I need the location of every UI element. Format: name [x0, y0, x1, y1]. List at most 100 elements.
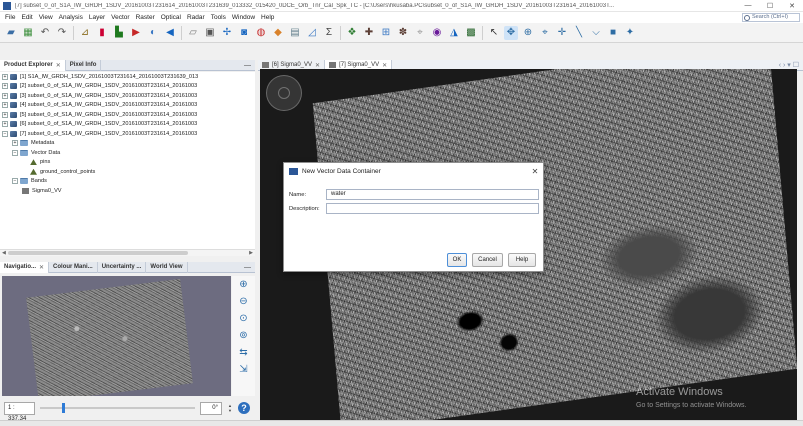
menu-file[interactable]: File: [2, 14, 18, 21]
magic-wand-icon[interactable]: ✦: [623, 26, 637, 40]
expand-icon[interactable]: +: [2, 121, 8, 128]
profile-plot-icon[interactable]: ◐: [146, 26, 160, 40]
menu-tools[interactable]: Tools: [208, 14, 229, 21]
description-field[interactable]: [326, 203, 539, 214]
menu-window[interactable]: Window: [229, 14, 258, 21]
tab-navigation[interactable]: Navigatio... ✕: [0, 261, 50, 273]
mosaic-icon[interactable]: ✽: [396, 26, 410, 40]
tree-vector-data[interactable]: − Vector Data: [0, 148, 255, 158]
scatter-plot-icon[interactable]: ▙: [112, 26, 126, 40]
zoom-slider[interactable]: [40, 403, 195, 413]
properties-icon[interactable]: ✚: [362, 26, 376, 40]
close-tab-icon[interactable]: ✕: [39, 264, 44, 271]
band-maths-icon[interactable]: ⊿: [78, 26, 92, 40]
tab-colour-manipulation[interactable]: Colour Mani...: [49, 261, 98, 273]
pin-tool-icon[interactable]: ⌖: [538, 26, 552, 40]
pixel-grid-icon[interactable]: ▩: [464, 26, 478, 40]
navigation-overview[interactable]: [2, 276, 231, 396]
scrollbar-thumb[interactable]: [8, 251, 188, 255]
sum-icon[interactable]: Σ: [322, 26, 336, 40]
minimize-panel-icon[interactable]: —: [244, 264, 255, 271]
spectrum-icon[interactable]: ◀: [163, 26, 177, 40]
collapse-icon[interactable]: −: [12, 178, 18, 185]
zoom-out-icon[interactable]: ⊖: [238, 296, 250, 308]
slider-knob[interactable]: [62, 403, 65, 413]
tab-pixel-info[interactable]: Pixel Info: [66, 59, 102, 71]
tree-bands[interactable]: − Bands: [0, 177, 255, 187]
subset-icon[interactable]: ⊞: [379, 26, 393, 40]
close-icon[interactable]: ✕: [527, 167, 543, 176]
tree-pins[interactable]: pins: [0, 158, 255, 168]
close-tab-icon[interactable]: ✕: [382, 62, 387, 69]
tree-product[interactable]: + [3] subset_0_of_S1A_IW_GRDH_1SDV_201610…: [0, 91, 255, 101]
close-tab-icon[interactable]: ✕: [56, 62, 61, 69]
undo-icon[interactable]: ↶: [38, 26, 52, 40]
tree-product[interactable]: + [4] subset_0_of_S1A_IW_GRDH_1SDV_201610…: [0, 101, 255, 111]
tab-uncertainty[interactable]: Uncertainty ...: [98, 261, 147, 273]
world-map-icon[interactable]: ◍: [254, 26, 268, 40]
zoom-in-icon[interactable]: ⊕: [238, 279, 250, 291]
close-window-button[interactable]: ✕: [781, 2, 803, 10]
tree-product[interactable]: + [6] subset_0_of_S1A_IW_GRDH_1SDV_201610…: [0, 120, 255, 130]
expand-icon[interactable]: +: [2, 83, 8, 90]
sync-views-icon[interactable]: ⇆: [238, 347, 250, 359]
menu-optical[interactable]: Optical: [158, 14, 184, 21]
menu-view[interactable]: View: [36, 14, 56, 21]
ellipse-draw-icon[interactable]: ■: [606, 26, 620, 40]
batch-processing-icon[interactable]: ❖: [345, 26, 359, 40]
expand-icon[interactable]: +: [2, 92, 8, 99]
rotation-spinner-icon[interactable]: ▲ ▼: [227, 403, 233, 414]
tab-navigation-arrows-icon[interactable]: ‹ › ▾ ☐: [779, 61, 803, 69]
cancel-button[interactable]: Cancel: [472, 253, 503, 267]
redo-icon[interactable]: ↷: [55, 26, 69, 40]
zoom-all-icon[interactable]: ⊚: [238, 330, 250, 342]
tree-band[interactable]: Sigma0_VV: [0, 186, 255, 196]
tab-world-view[interactable]: World View: [146, 261, 188, 273]
polyline-draw-icon[interactable]: ⌵: [589, 26, 603, 40]
tree-horizontal-scrollbar[interactable]: ◀ ▶: [0, 249, 255, 256]
layers-icon[interactable]: ▦: [21, 26, 35, 40]
graph-builder-icon[interactable]: ◆: [271, 26, 285, 40]
scale-field[interactable]: 1 : 337.34: [4, 401, 35, 422]
polygon-draw-icon[interactable]: ▱: [186, 26, 200, 40]
open-product-icon[interactable]: ▰: [4, 26, 18, 40]
color-manipulation-icon[interactable]: ◉: [430, 26, 444, 40]
zoom-actual-icon[interactable]: ⊙: [238, 313, 250, 325]
expand-icon[interactable]: +: [2, 73, 8, 80]
terrain-icon[interactable]: ◮: [447, 26, 461, 40]
tree-metadata[interactable]: + Metadata: [0, 139, 255, 149]
collapse-icon[interactable]: −: [2, 130, 8, 137]
minimize-panel-icon[interactable]: —: [244, 62, 255, 69]
pin-manager-icon[interactable]: ✢: [220, 26, 234, 40]
chart-icon[interactable]: ◿: [305, 26, 319, 40]
tree-product[interactable]: + [5] subset_0_of_S1A_IW_GRDH_1SDV_201610…: [0, 110, 255, 120]
ok-button[interactable]: OK: [447, 253, 467, 267]
help-button[interactable]: Help: [508, 253, 536, 267]
name-field[interactable]: water: [326, 189, 539, 200]
menu-layer[interactable]: Layer: [86, 14, 108, 21]
gcp-tool-icon[interactable]: ✛: [555, 26, 569, 40]
pan-navigation-wheel[interactable]: [266, 75, 302, 111]
menu-analysis[interactable]: Analysis: [56, 14, 86, 21]
pan-tool-icon[interactable]: ✥: [504, 25, 518, 40]
gcp-manager-icon[interactable]: ◙: [237, 26, 251, 40]
menu-edit[interactable]: Edit: [18, 14, 35, 21]
expand-icon[interactable]: +: [2, 111, 8, 118]
tree-product[interactable]: + [2] subset_0_of_S1A_IW_GRDH_1SDV_201610…: [0, 82, 255, 92]
tree-product[interactable]: + [1] S1A_IW_GRDH_1SDV_20161003T231614_20…: [0, 72, 255, 82]
menu-help[interactable]: Help: [258, 14, 277, 21]
expand-icon[interactable]: +: [12, 140, 18, 147]
line-draw-icon[interactable]: ╲: [572, 26, 586, 40]
mask-manager-icon[interactable]: ▤: [288, 26, 302, 40]
gcp-icon[interactable]: ⌖: [413, 26, 427, 40]
minimize-button[interactable]: —: [737, 2, 759, 9]
menu-vector[interactable]: Vector: [108, 14, 132, 21]
tree-gcp[interactable]: ground_control_points: [0, 167, 255, 177]
maximize-button[interactable]: ☐: [759, 2, 781, 10]
scroll-left-icon[interactable]: ◀: [2, 250, 6, 256]
statistics-icon[interactable]: ▶: [129, 26, 143, 40]
scroll-right-icon[interactable]: ▶: [249, 250, 253, 256]
histogram-icon[interactable]: ▮: [95, 26, 109, 40]
rotation-field[interactable]: 0°: [200, 401, 222, 415]
menu-radar[interactable]: Radar: [184, 14, 208, 21]
